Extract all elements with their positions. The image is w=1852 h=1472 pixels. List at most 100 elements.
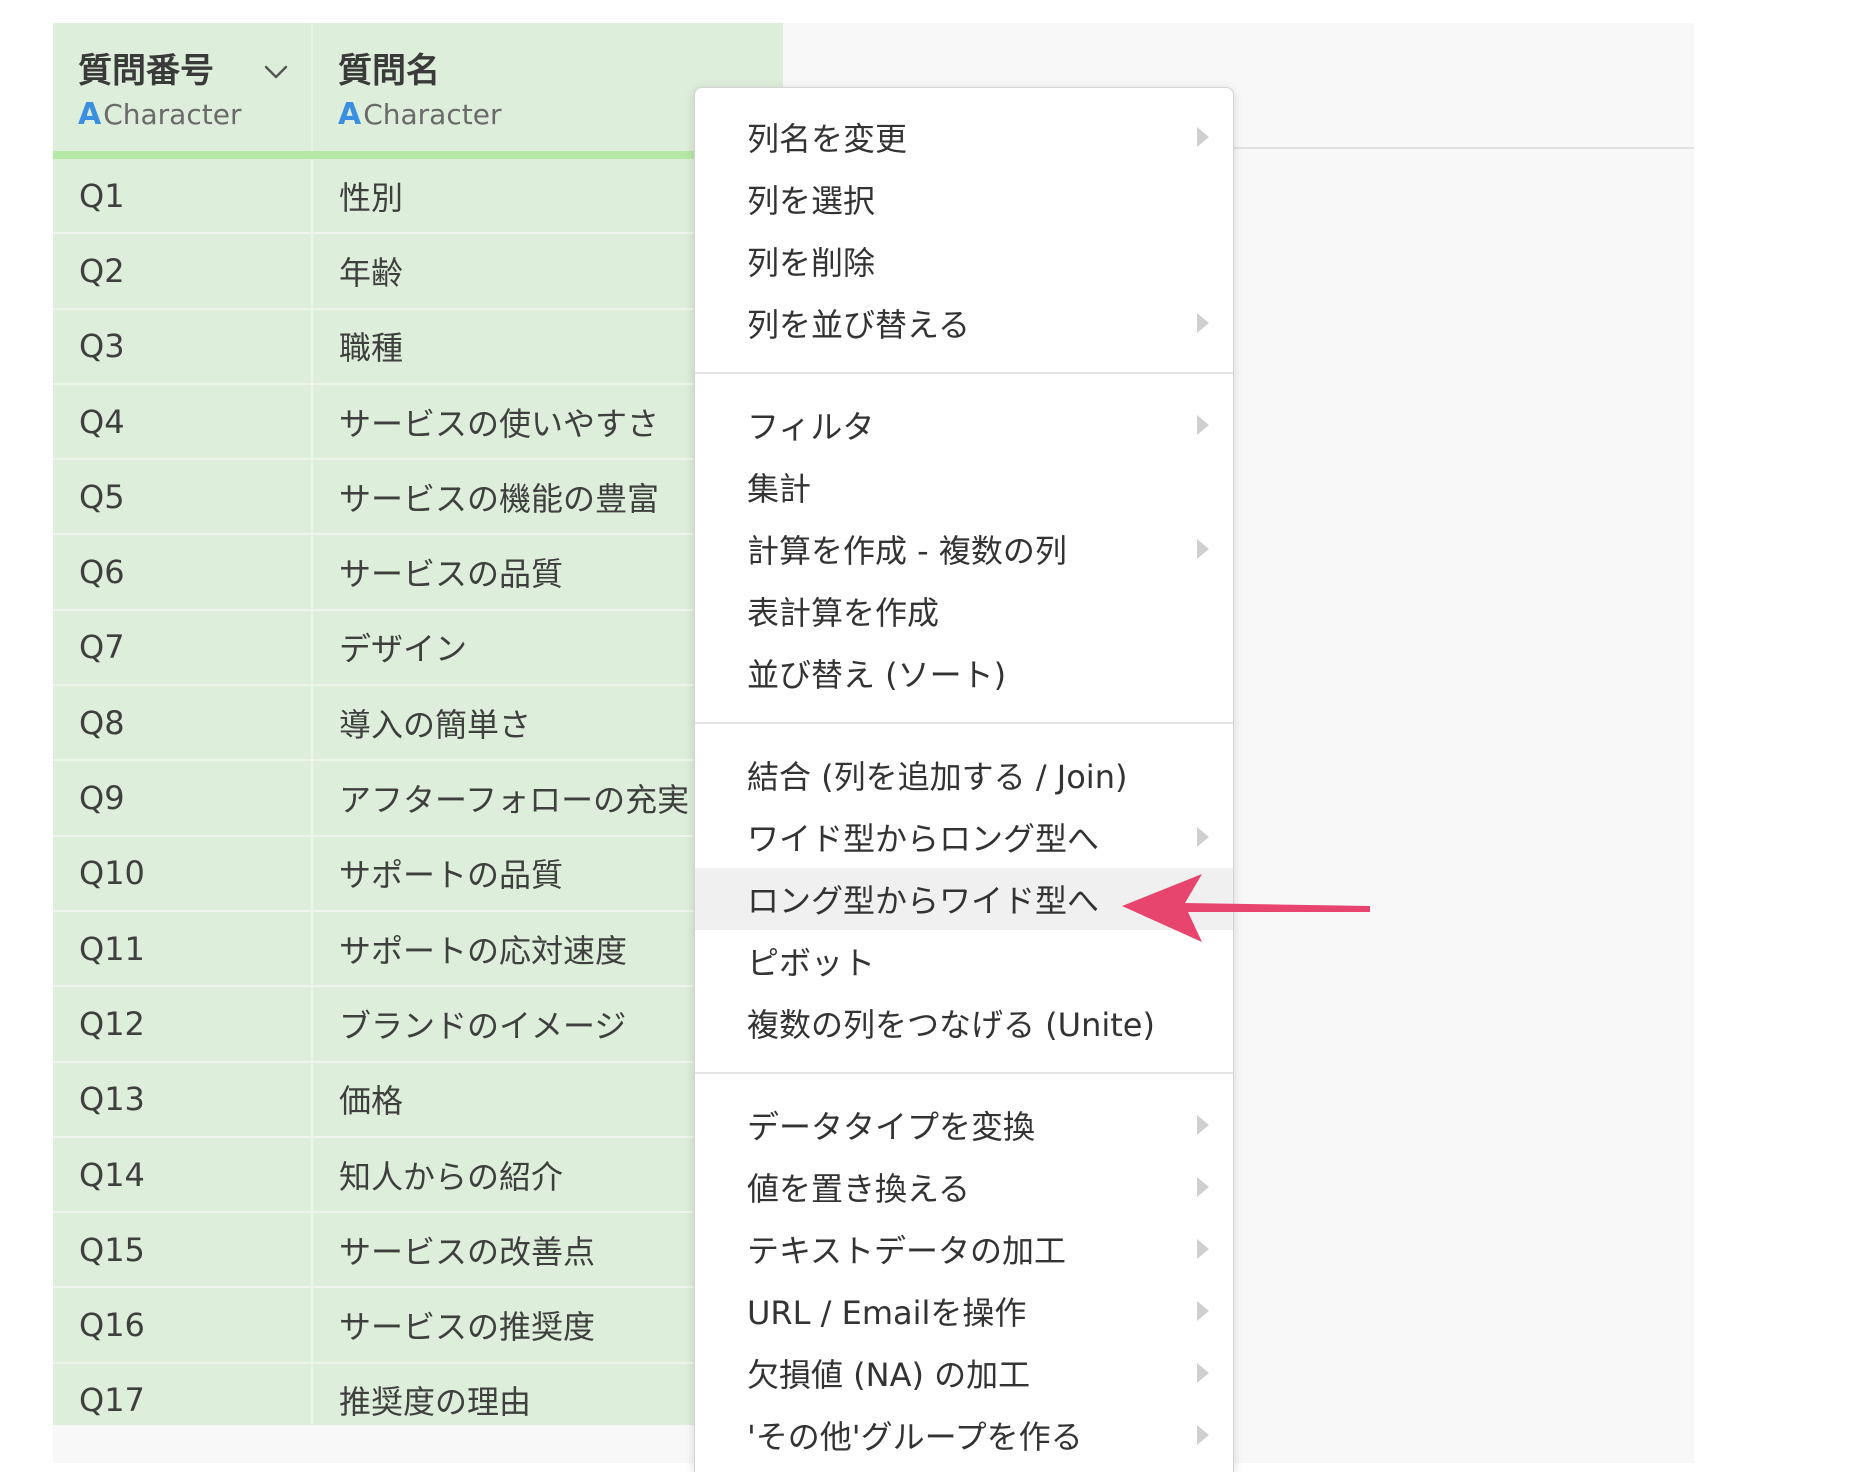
triangle-right-icon <box>1197 539 1209 559</box>
table-row[interactable]: Q15 サービスの改善点 <box>53 1213 783 1289</box>
table-row[interactable]: Q17 推奨度の理由 <box>53 1363 783 1425</box>
cell-question-number[interactable]: Q16 <box>53 1288 313 1362</box>
menu-item[interactable]: 並び替え (ソート) <box>695 642 1233 704</box>
table-row[interactable]: Q1 性別 <box>53 159 783 235</box>
menu-item-label: ワイド型からロング型へ <box>747 820 1100 858</box>
column-quality-bar <box>53 151 783 159</box>
cell-question-number[interactable]: Q3 <box>53 309 313 383</box>
table-row[interactable]: Q11 サポートの応対速度 <box>53 911 783 988</box>
data-table: 質問番号 ACharacter 質問名 ACharacter Q1 性別 Q2 年齢 Q… <box>53 23 783 1425</box>
cell-question-number[interactable]: Q2 <box>53 234 313 308</box>
column-header-question-number[interactable]: 質問番号 ACharacter <box>53 23 313 151</box>
menu-item[interactable]: URL / Emailを操作 <box>695 1280 1233 1342</box>
triangle-right-icon <box>1197 1301 1209 1321</box>
menu-item-label: 並び替え (ソート) <box>747 656 1007 694</box>
table-row[interactable]: Q5 サービスの機能の豊富 <box>53 460 783 536</box>
triangle-right-icon <box>1197 1239 1209 1259</box>
triangle-right-icon <box>1197 313 1209 333</box>
menu-item[interactable]: 複数の列をつなげる (Unite) <box>695 992 1233 1054</box>
menu-item[interactable]: フィルタ <box>695 394 1233 456</box>
menu-separator <box>695 372 1233 374</box>
menu-item-label: 集計 <box>747 470 812 508</box>
table-row[interactable]: Q6 サービスの品質 <box>53 535 783 611</box>
cell-question-number[interactable]: Q7 <box>53 610 313 685</box>
table-row[interactable]: Q10 サポートの品質 <box>53 836 783 912</box>
menu-item-label: データタイプを変換 <box>747 1108 1036 1146</box>
menu-item-label: 値を置き換える <box>747 1170 971 1208</box>
menu-item[interactable]: データタイプを変換 <box>695 1094 1233 1156</box>
menu-item[interactable]: 列を並び替える <box>695 292 1233 354</box>
table-row[interactable]: Q14 知人からの紹介 <box>53 1137 783 1214</box>
cell-question-number[interactable]: Q11 <box>53 911 313 986</box>
menu-item[interactable]: ワイド型からロング型へ <box>695 806 1233 868</box>
menu-item[interactable]: 列を選択 <box>695 168 1233 230</box>
column-context-menu: 列名を変更列を選択列を削除列を並び替えるフィルタ集計計算を作成 - 複数の列 表計… <box>694 87 1234 1472</box>
menu-item-label: フィルタ <box>747 408 875 446</box>
menu-item-label: URL / Emailを操作 <box>747 1294 1027 1332</box>
character-type-icon: A <box>338 97 362 132</box>
menu-item-label: 欠損値 (NA) の加工 <box>747 1356 1031 1394</box>
cell-question-number[interactable]: Q8 <box>53 686 313 760</box>
cell-question-number[interactable]: Q9 <box>53 761 313 835</box>
menu-separator <box>695 1072 1233 1074</box>
menu-item[interactable]: 欠損値 (NA) の加工 <box>695 1342 1233 1404</box>
menu-item[interactable]: 計算を作成 - 複数の列 <box>695 518 1233 580</box>
table-row[interactable]: Q9 アフターフォローの充実 <box>53 761 783 837</box>
table-row[interactable]: Q4 サービスの使いやすさ <box>53 384 783 461</box>
column-type-label: Character <box>103 98 242 131</box>
menu-item[interactable]: 列を削除 <box>695 230 1233 292</box>
menu-item-label: 列名を変更 <box>747 120 908 158</box>
menu-item[interactable]: テキストデータの加工 <box>695 1218 1233 1280</box>
triangle-right-icon <box>1197 1363 1209 1383</box>
app-screen: 質問番号 ACharacter 質問名 ACharacter Q1 性別 Q2 年齢 Q… <box>0 0 1852 1472</box>
cell-question-number[interactable]: Q14 <box>53 1137 313 1212</box>
menu-item-label: 複数の列をつなげる (Unite) <box>747 1006 1155 1044</box>
menu-item-label: ピボット <box>747 944 876 982</box>
triangle-right-icon <box>1197 415 1209 435</box>
triangle-right-icon <box>1197 1177 1209 1197</box>
triangle-right-icon <box>1197 1425 1209 1445</box>
cell-question-number[interactable]: Q6 <box>53 535 313 609</box>
menu-item[interactable]: 列名を変更 <box>695 106 1233 168</box>
cell-question-number[interactable]: Q5 <box>53 460 313 534</box>
cell-question-number[interactable]: Q12 <box>53 987 313 1061</box>
menu-item[interactable]: 結合 (列を追加する / Join) <box>695 744 1233 806</box>
menu-item-label: 計算を作成 - 複数の列 <box>747 532 1067 570</box>
table-body: Q1 性別 Q2 年齢 Q3 職種 Q4 サービスの使いやすさ Q5 サービスの機能の豊富 Q6 サー… <box>53 159 783 1425</box>
menu-item[interactable]: 集計 <box>695 456 1233 518</box>
table-row[interactable]: Q3 職種 <box>53 309 783 385</box>
menu-item-label: 'その他'グループを作る <box>747 1418 1083 1456</box>
column-type: ACharacter <box>78 97 241 132</box>
cell-question-number[interactable]: Q13 <box>53 1062 313 1136</box>
cell-question-number[interactable]: Q15 <box>53 1213 313 1287</box>
column-name: 質問番号 <box>78 51 214 91</box>
table-row[interactable]: Q8 導入の簡単さ <box>53 686 783 762</box>
arrow-left-icon <box>1122 874 1370 942</box>
column-name: 質問名 <box>338 51 440 91</box>
column-type: ACharacter <box>338 97 501 132</box>
column-type-label: Character <box>363 98 502 131</box>
cell-question-number[interactable]: Q17 <box>53 1363 313 1425</box>
menu-separator <box>695 722 1233 724</box>
menu-item-label: ロング型からワイド型へ <box>747 882 1100 920</box>
table-row[interactable]: Q13 価格 <box>53 1062 783 1138</box>
cell-question-number[interactable]: Q1 <box>53 159 313 233</box>
menu-item-label: テキストデータの加工 <box>747 1232 1067 1270</box>
menu-item-label: 結合 (列を追加する / Join) <box>747 758 1128 796</box>
chevron-down-icon[interactable] <box>261 57 291 87</box>
table-row[interactable]: Q7 デザイン <box>53 610 783 687</box>
table-row[interactable]: Q16 サービスの推奨度 <box>53 1288 783 1364</box>
triangle-right-icon <box>1197 827 1209 847</box>
menu-item[interactable]: 'その他'グループを作る <box>695 1404 1233 1466</box>
table-row[interactable]: Q12 ブランドのイメージ <box>53 987 783 1063</box>
character-type-icon: A <box>78 97 102 132</box>
menu-item[interactable]: 表計算を作成 <box>695 580 1233 642</box>
menu-item[interactable]: 値を置き換える <box>695 1156 1233 1218</box>
cell-question-number[interactable]: Q4 <box>53 384 313 459</box>
triangle-right-icon <box>1197 127 1209 147</box>
cell-question-number[interactable]: Q10 <box>53 836 313 910</box>
table-row[interactable]: Q2 年齢 <box>53 234 783 310</box>
menu-item-label: 列を選択 <box>747 182 876 220</box>
menu-item-label: 表計算を作成 <box>747 594 940 632</box>
menu-item-label: 列を削除 <box>747 244 876 282</box>
